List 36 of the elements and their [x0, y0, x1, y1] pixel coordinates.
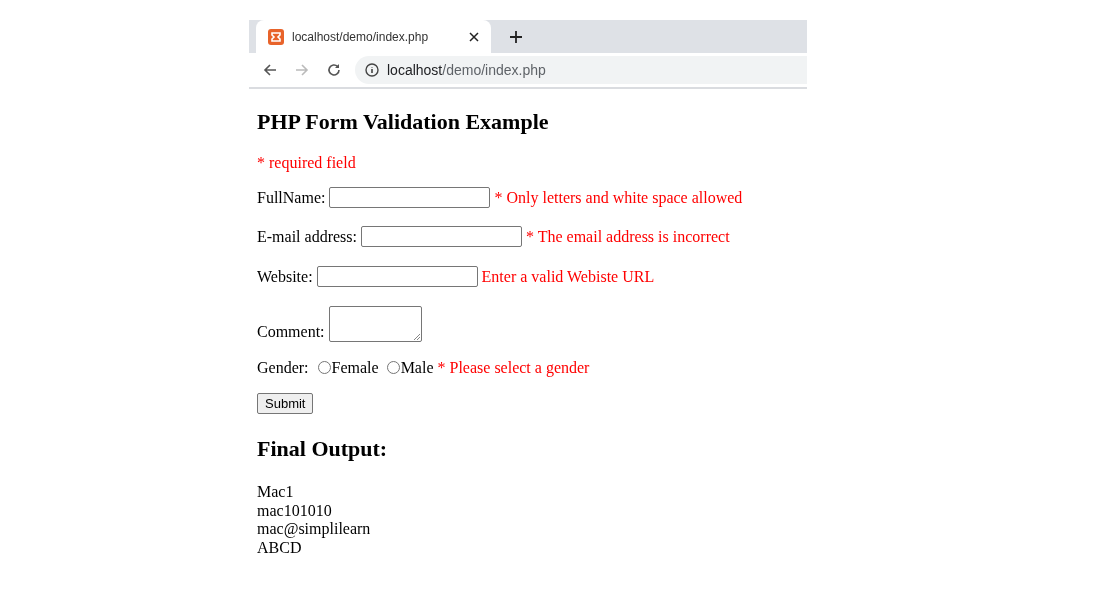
comment-textarea[interactable]	[328, 306, 422, 342]
tab-title: localhost/demo/index.php	[292, 28, 430, 46]
field-label: Gender:	[257, 357, 309, 378]
error-message: * The email address is incorrect	[525, 226, 730, 247]
browser-tab[interactable]: localhost/demo/index.php	[256, 20, 491, 53]
radio-button[interactable]	[386, 361, 400, 374]
favicon-icon	[268, 28, 284, 45]
required-note: * required field	[257, 153, 356, 173]
error-message: * Only letters and white space allowed	[494, 187, 743, 209]
option-label: Male	[400, 357, 434, 378]
new-tab-icon[interactable]	[509, 30, 523, 44]
field-label: Comment:	[257, 322, 325, 342]
field-label: Website:	[257, 266, 313, 287]
back-icon[interactable]	[263, 63, 277, 77]
info-icon	[365, 63, 379, 77]
radio-button[interactable]	[317, 361, 331, 374]
output-line: mac@simplilearn	[257, 520, 371, 539]
field-label: FullName:	[257, 187, 326, 208]
field-label: E-mail address:	[257, 226, 357, 247]
input-field[interactable]	[329, 187, 491, 208]
output-line: mac101010	[257, 501, 332, 520]
address-bar[interactable]: localhost/demo/index.php	[355, 56, 807, 84]
option-label: Female	[331, 357, 379, 378]
error-message: Enter a valid Webiste URL	[481, 266, 655, 287]
submit-button[interactable]: Submit	[257, 393, 314, 414]
output-line: Mac1	[257, 483, 294, 502]
reload-icon[interactable]	[327, 63, 341, 77]
page-heading: PHP Form Validation Example	[257, 108, 549, 136]
error-message: * Please select a gender	[437, 357, 590, 379]
input-field[interactable]	[360, 226, 522, 247]
close-icon[interactable]	[469, 31, 479, 42]
output-line: ABCD	[257, 538, 302, 557]
input-field[interactable]	[316, 266, 478, 287]
url-text: localhost/demo/index.php	[387, 60, 546, 80]
resize-grip-icon[interactable]	[412, 333, 420, 340]
output-heading: Final Output:	[257, 435, 388, 463]
